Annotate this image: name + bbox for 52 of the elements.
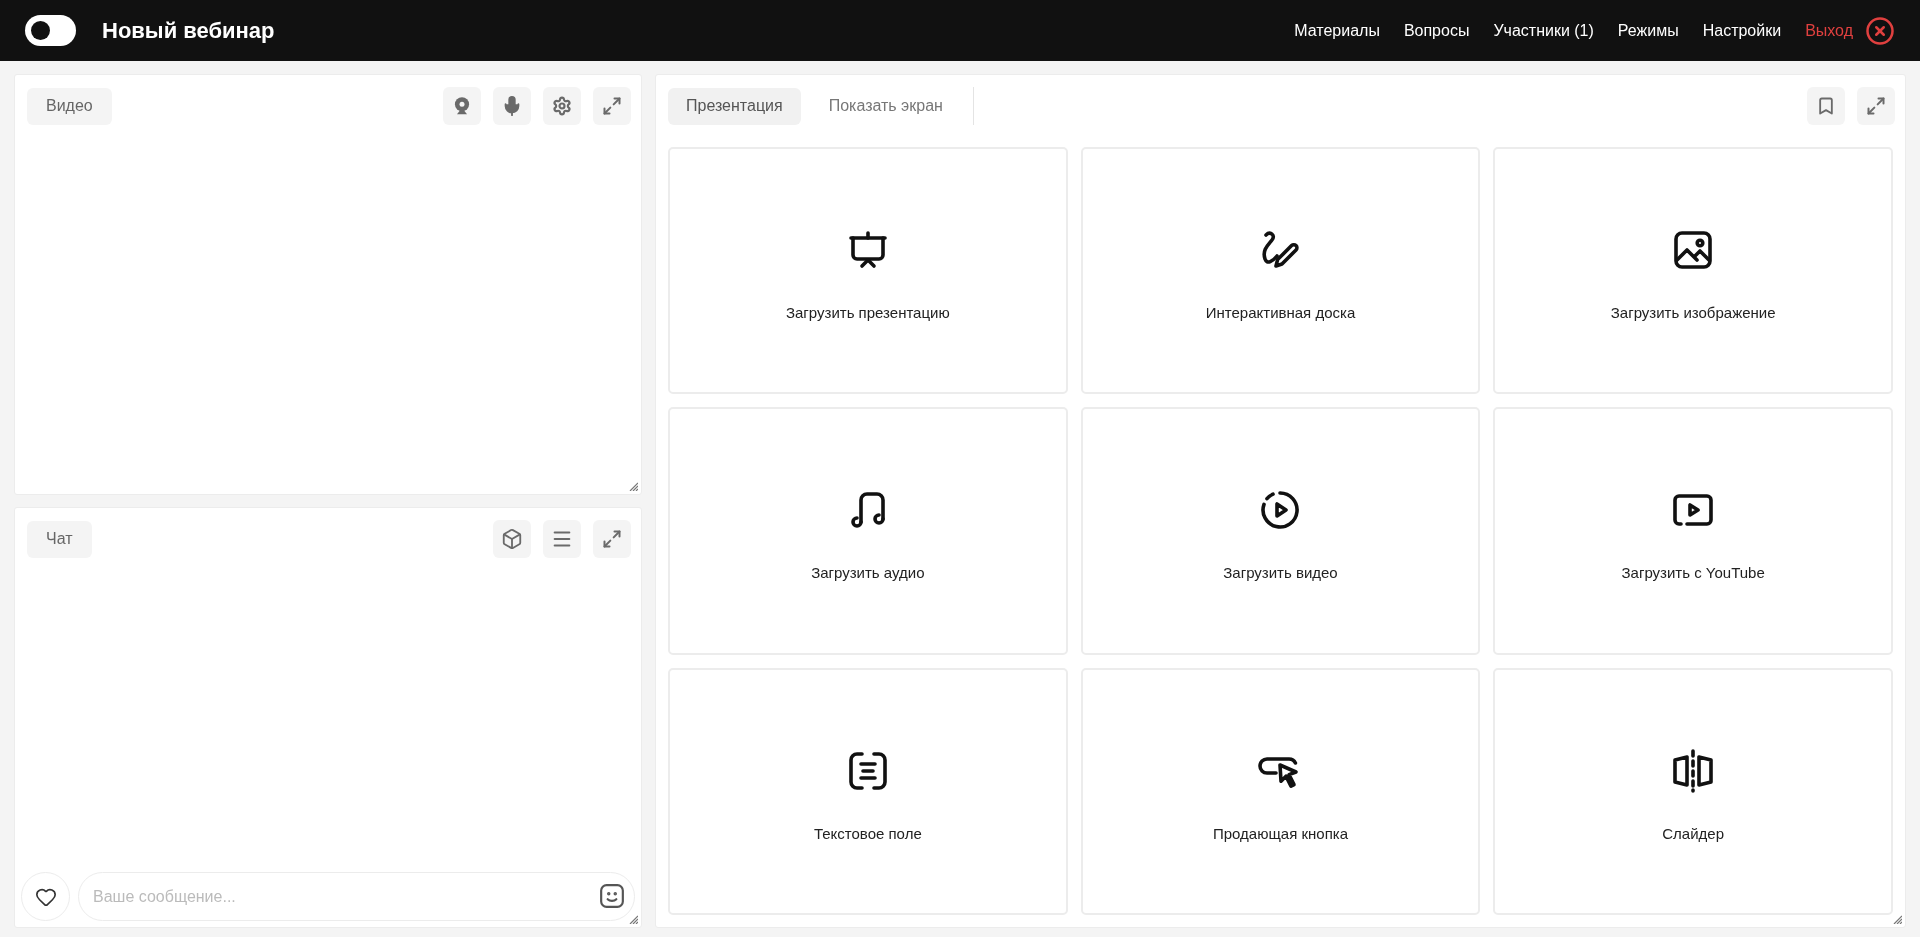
content-tile[interactable]: Загрузить презентацию [668,147,1068,395]
nav-link[interactable]: Материалы [1294,21,1380,40]
bookmark-icon [1816,96,1836,116]
webcam-button[interactable] [443,87,481,125]
webcam-icon [452,96,472,116]
expand-button[interactable] [593,520,631,558]
tile-label: Загрузить аудио [811,564,925,582]
nav-link[interactable]: Вопросы [1403,21,1470,40]
tile-label: Загрузить презентацию [785,304,950,322]
chat-label[interactable]: Чат [27,520,92,558]
nav-link[interactable]: Режимы [1617,21,1679,40]
close-icon[interactable] [1865,15,1895,46]
resize-grip-icon[interactable] [1893,915,1902,924]
content-tile[interactable]: Слайдер [1493,667,1893,915]
nav-link[interactable]: Участники (1) [1493,21,1594,40]
content-tile[interactable]: Загрузить изображение [1493,147,1893,395]
tile-label: Загрузить видео [1223,564,1338,582]
tile-label: Слайдер [1662,824,1725,842]
nav-link[interactable]: Настройки [1702,21,1782,40]
expand-icon [602,96,622,116]
content-tile[interactable]: Загрузить с YouTube [1493,407,1893,655]
toggle-switch[interactable] [25,15,76,46]
tab[interactable]: Презентация [668,87,801,125]
content-tile[interactable]: Загрузить видео [1080,407,1481,655]
tile-label: Загрузить с YouTube [1621,564,1765,582]
video-label[interactable]: Видео [27,87,112,125]
message-field[interactable]: Ваше сообщение... [78,872,635,921]
like-button[interactable] [21,872,70,921]
content-tile[interactable]: Текстовое поле [668,667,1068,915]
content-tile[interactable]: Загрузить аудио [668,407,1068,655]
menu-button[interactable] [543,520,581,558]
bookmark-button[interactable] [1807,87,1845,125]
settings-icon [552,96,572,116]
expand-button[interactable] [1857,87,1895,125]
settings-button[interactable] [543,87,581,125]
exit-link[interactable]: Выход [1805,21,1853,40]
content-tile[interactable]: Продающая кнопка [1080,667,1481,915]
expand-button[interactable] [593,87,631,125]
tile-label: Продающая кнопка [1213,824,1348,842]
tile-label: Текстовое поле [813,824,922,842]
expand-icon [1866,96,1886,116]
tile-label: Интерактивная доска [1205,304,1356,322]
cube-button[interactable] [493,520,531,558]
expand-icon [602,529,622,549]
microphone-button[interactable] [493,87,531,125]
resize-grip-icon[interactable] [629,482,638,491]
resize-grip-icon[interactable] [629,915,638,924]
content-tile[interactable]: Интерактивная доска [1080,147,1481,395]
smiley-icon[interactable] [599,883,625,909]
webinar-title: Новый вебинар [102,17,275,44]
tile-label: Загрузить изображение [1610,304,1776,322]
cube-icon [501,528,523,550]
